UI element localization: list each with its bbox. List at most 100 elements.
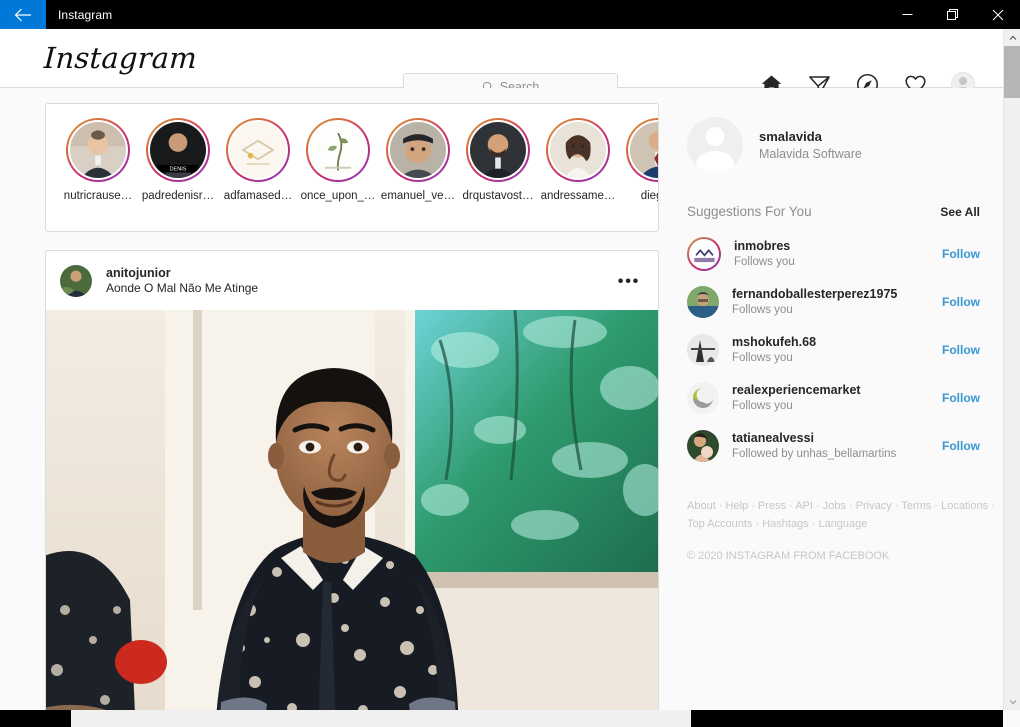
post-photo[interactable] <box>46 310 658 727</box>
story-item[interactable]: drqustavost… <box>458 118 538 202</box>
story-ring <box>226 118 290 182</box>
story-ring: DENIS <box>146 118 210 182</box>
story-avatar <box>230 122 286 178</box>
suggestion-username[interactable]: tatianealvessi <box>732 430 936 446</box>
current-user-row[interactable]: smalavida Malavida Software <box>687 117 980 173</box>
story-ring <box>466 118 530 182</box>
scroll-up-button[interactable] <box>1004 29 1020 46</box>
footer-links-line-2[interactable]: Top Accounts · Hashtags · Language <box>687 518 867 530</box>
footer-links: About · Help · Press · API · Jobs · Priv… <box>687 498 995 534</box>
suggestion-username[interactable]: mshokufeh.68 <box>732 334 936 350</box>
story-avatar <box>550 122 606 178</box>
horizontal-scrollbar-thumb[interactable] <box>71 710 691 727</box>
current-user-avatar[interactable] <box>687 117 743 173</box>
suggestion-avatar[interactable] <box>687 382 719 414</box>
maximize-icon <box>946 8 958 20</box>
scroll-down-button[interactable] <box>1004 693 1020 710</box>
close-button[interactable] <box>975 0 1020 29</box>
suggestion-meta: tatianealvessi Followed by unhas_bellama… <box>732 430 936 461</box>
suggestion-note: Follows you <box>732 351 793 364</box>
sidebar: smalavida Malavida Software Suggestions … <box>687 103 995 727</box>
suggestion-row: tatianealvessi Followed by unhas_bellama… <box>687 422 980 470</box>
suggestion-avatar[interactable] <box>687 286 719 318</box>
follow-button[interactable]: Follow <box>942 295 980 309</box>
current-user-meta: smalavida Malavida Software <box>759 129 862 161</box>
story-ring <box>386 118 450 182</box>
story-username: andressame… <box>540 190 616 202</box>
story-username: nutricrause… <box>63 190 133 202</box>
suggestion-note: Followed by unhas_bellamartins <box>732 447 897 460</box>
story-item[interactable]: andressame… <box>538 118 618 202</box>
post-more-options-button[interactable]: ••• <box>618 272 640 289</box>
chevron-down-icon <box>1009 699 1016 704</box>
suggestion-avatar[interactable] <box>687 237 721 271</box>
chevron-up-icon <box>1009 35 1016 40</box>
instagram-logo[interactable]: Instagram <box>43 41 198 75</box>
story-item[interactable]: adfamased… <box>218 118 298 202</box>
feed-column: nutricrause… DENIS padredenisr… adfamase… <box>45 103 659 727</box>
story-ring <box>66 118 130 182</box>
story-username: diego_ <box>640 190 658 202</box>
story-username: drqustavost… <box>462 190 534 202</box>
suggestions-list: inmobres Follows you Follow fernandoball… <box>687 230 980 470</box>
suggestion-row: fernandoballesterperez1975 Follows you F… <box>687 278 980 326</box>
vertical-scrollbar-thumb[interactable] <box>1004 46 1020 98</box>
post-username[interactable]: anitojunior <box>106 265 258 281</box>
follow-button[interactable]: Follow <box>942 391 980 405</box>
suggestion-username[interactable]: realexperiencemarket <box>732 382 936 398</box>
suggestion-row: mshokufeh.68 Follows you Follow <box>687 326 980 374</box>
story-avatar: DENIS <box>150 122 206 178</box>
current-username[interactable]: smalavida <box>759 129 862 144</box>
story-avatar <box>470 122 526 178</box>
follow-button[interactable]: Follow <box>942 439 980 453</box>
feed-post: anitojunior Aonde O Mal Não Me Atinge ••… <box>45 250 659 727</box>
window-controls <box>885 0 1020 29</box>
see-all-link[interactable]: See All <box>940 205 980 219</box>
story-username: adfamased… <box>223 190 293 202</box>
maximize-button[interactable] <box>930 0 975 29</box>
minimize-icon <box>902 14 913 15</box>
suggestion-username[interactable]: inmobres <box>734 238 936 254</box>
footer-links-line-1[interactable]: About · Help · Press · API · Jobs · Priv… <box>687 500 995 512</box>
story-avatar <box>390 122 446 178</box>
suggestion-avatar[interactable] <box>687 430 719 462</box>
sidebar-footer: About · Help · Press · API · Jobs · Priv… <box>687 498 995 562</box>
story-item[interactable]: nutricrause… <box>58 118 138 202</box>
story-username: emanuel_ve… <box>380 190 456 202</box>
svg-text:DENIS: DENIS <box>169 167 186 173</box>
follow-button[interactable]: Follow <box>942 343 980 357</box>
minimize-button[interactable] <box>885 0 930 29</box>
post-author-avatar[interactable] <box>60 264 92 297</box>
suggestion-row: inmobres Follows you Follow <box>687 230 980 278</box>
current-user-fullname: Malavida Software <box>759 147 862 161</box>
window-title-bar: Instagram <box>0 0 1020 29</box>
suggestion-meta: fernandoballesterperez1975 Follows you <box>732 286 936 317</box>
post-header: anitojunior Aonde O Mal Não Me Atinge ••… <box>46 251 658 310</box>
app-header: Instagram Search <box>0 29 1003 101</box>
suggestion-meta: realexperiencemarket Follows you <box>732 382 936 413</box>
story-username: once_upon_… <box>300 190 376 202</box>
back-arrow-icon <box>14 8 31 21</box>
stories-row: nutricrause… DENIS padredenisr… adfamase… <box>58 118 658 202</box>
story-ring <box>626 118 658 182</box>
suggestion-note: Follows you <box>734 255 795 268</box>
follow-button[interactable]: Follow <box>942 247 980 261</box>
suggestions-title: Suggestions For You <box>687 204 812 219</box>
suggestion-note: Follows you <box>732 399 793 412</box>
story-avatar <box>630 122 658 178</box>
story-ring <box>546 118 610 182</box>
horizontal-scrollbar[interactable] <box>0 710 1003 727</box>
post-photo-image <box>46 310 658 727</box>
footer-copyright: © 2020 INSTAGRAM FROM FACEBOOK <box>687 549 890 562</box>
suggestion-username[interactable]: fernandoballesterperez1975 <box>732 286 936 302</box>
story-avatar <box>70 122 126 178</box>
story-item[interactable]: DENIS padredenisr… <box>138 118 218 202</box>
story-item[interactable]: diego_ <box>618 118 658 202</box>
vertical-scrollbar[interactable] <box>1003 29 1020 710</box>
back-button[interactable] <box>0 0 46 29</box>
suggestion-avatar[interactable] <box>687 334 719 366</box>
suggestion-meta: inmobres Follows you <box>734 238 936 269</box>
suggestions-header: Suggestions For You See All <box>687 204 980 219</box>
story-item[interactable]: once_upon_… <box>298 118 378 202</box>
story-item[interactable]: emanuel_ve… <box>378 118 458 202</box>
